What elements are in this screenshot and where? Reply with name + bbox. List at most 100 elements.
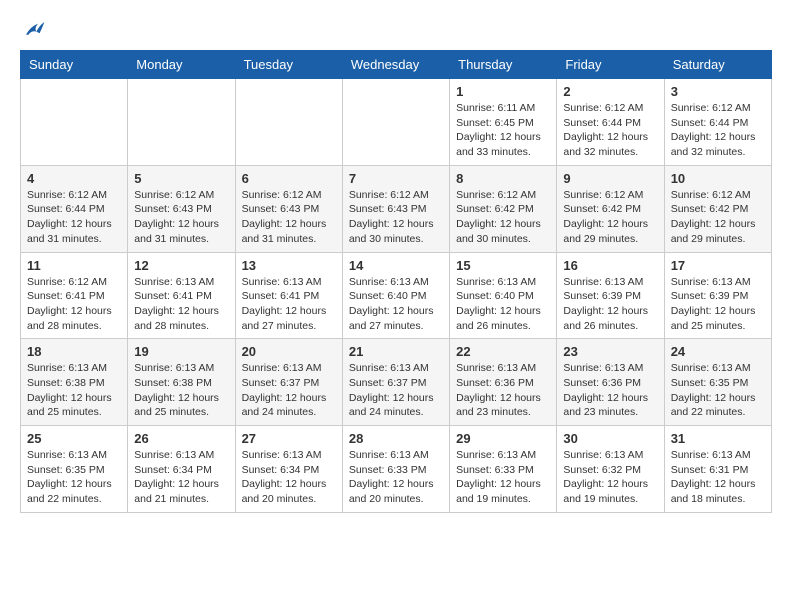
day-info: Sunrise: 6:12 AMSunset: 6:43 PMDaylight:… <box>134 188 228 247</box>
day-info: Sunrise: 6:13 AMSunset: 6:38 PMDaylight:… <box>134 361 228 420</box>
day-info: Sunrise: 6:12 AMSunset: 6:44 PMDaylight:… <box>27 188 121 247</box>
day-header-friday: Friday <box>557 51 664 79</box>
calendar-cell: 3Sunrise: 6:12 AMSunset: 6:44 PMDaylight… <box>664 79 771 166</box>
calendar-cell: 9 Sunrise: 6:12 AMSunset: 6:42 PMDaylight… <box>557 165 664 252</box>
day-number: 23 <box>563 344 657 359</box>
day-header-tuesday: Tuesday <box>235 51 342 79</box>
calendar-cell: 31Sunrise: 6:13 AMSunset: 6:31 PMDayligh… <box>664 426 771 513</box>
day-info: Sunrise: 6:12 AMSunset: 6:43 PMDaylight:… <box>349 188 443 247</box>
day-header-wednesday: Wednesday <box>342 51 449 79</box>
day-number: 30 <box>563 431 657 446</box>
calendar-cell: 23Sunrise: 6:13 AMSunset: 6:36 PMDayligh… <box>557 339 664 426</box>
day-info: Sunrise: 6:13 AMSunset: 6:40 PMDaylight:… <box>456 275 550 334</box>
calendar-cell: 29Sunrise: 6:13 AMSunset: 6:33 PMDayligh… <box>450 426 557 513</box>
day-number: 25 <box>27 431 121 446</box>
page-header <box>20 20 772 40</box>
day-number: 2 <box>563 84 657 99</box>
day-number: 6 <box>242 171 336 186</box>
calendar-cell <box>21 79 128 166</box>
calendar-cell: 2 Sunrise: 6:12 AMSunset: 6:44 PMDaylight… <box>557 79 664 166</box>
day-info: Sunrise: 6:13 AMSunset: 6:38 PMDaylight:… <box>27 361 121 420</box>
calendar-cell: 10Sunrise: 6:12 AMSunset: 6:42 PMDayligh… <box>664 165 771 252</box>
calendar-cell <box>235 79 342 166</box>
calendar-cell: 8 Sunrise: 6:12 AMSunset: 6:42 PMDaylight… <box>450 165 557 252</box>
day-number: 26 <box>134 431 228 446</box>
day-number: 1 <box>456 84 550 99</box>
day-number: 4 <box>27 171 121 186</box>
calendar-cell: 15 Sunrise: 6:13 AMSunset: 6:40 PMDayligh… <box>450 252 557 339</box>
day-header-thursday: Thursday <box>450 51 557 79</box>
day-info: Sunrise: 6:12 AMSunset: 6:41 PMDaylight:… <box>27 275 121 334</box>
day-number: 21 <box>349 344 443 359</box>
calendar-cell: 1 Sunrise: 6:11 AMSunset: 6:45 PMDaylight… <box>450 79 557 166</box>
day-info: Sunrise: 6:13 AMSunset: 6:39 PMDaylight:… <box>671 275 765 334</box>
day-number: 3 <box>671 84 765 99</box>
day-info: Sunrise: 6:13 AMSunset: 6:35 PMDaylight:… <box>27 448 121 507</box>
calendar-cell: 27 Sunrise: 6:13 AMSunset: 6:34 PMDayligh… <box>235 426 342 513</box>
day-info: Sunrise: 6:13 AMSunset: 6:33 PMDaylight:… <box>349 448 443 507</box>
day-info: Sunrise: 6:13 AMSunset: 6:33 PMDaylight:… <box>456 448 550 507</box>
calendar-cell: 12 Sunrise: 6:13 AMSunset: 6:41 PMDayligh… <box>128 252 235 339</box>
day-info: Sunrise: 6:13 AMSunset: 6:37 PMDaylight:… <box>349 361 443 420</box>
calendar-cell: 11 Sunrise: 6:12 AMSunset: 6:41 PMDayligh… <box>21 252 128 339</box>
day-number: 14 <box>349 258 443 273</box>
day-info: Sunrise: 6:12 AMSunset: 6:44 PMDaylight:… <box>563 101 657 160</box>
day-number: 17 <box>671 258 765 273</box>
day-number: 8 <box>456 171 550 186</box>
calendar-week-row: 11 Sunrise: 6:12 AMSunset: 6:41 PMDayligh… <box>21 252 772 339</box>
day-number: 11 <box>27 258 121 273</box>
day-number: 15 <box>456 258 550 273</box>
day-number: 20 <box>242 344 336 359</box>
calendar-cell: 24Sunrise: 6:13 AMSunset: 6:35 PMDayligh… <box>664 339 771 426</box>
day-info: Sunrise: 6:13 AMSunset: 6:35 PMDaylight:… <box>671 361 765 420</box>
calendar-cell: 28Sunrise: 6:13 AMSunset: 6:33 PMDayligh… <box>342 426 449 513</box>
day-info: Sunrise: 6:13 AMSunset: 6:34 PMDaylight:… <box>242 448 336 507</box>
day-header-sunday: Sunday <box>21 51 128 79</box>
day-info: Sunrise: 6:13 AMSunset: 6:40 PMDaylight:… <box>349 275 443 334</box>
day-number: 13 <box>242 258 336 273</box>
day-info: Sunrise: 6:13 AMSunset: 6:34 PMDaylight:… <box>134 448 228 507</box>
logo <box>20 20 46 40</box>
day-number: 5 <box>134 171 228 186</box>
day-info: Sunrise: 6:13 AMSunset: 6:41 PMDaylight:… <box>134 275 228 334</box>
day-info: Sunrise: 6:12 AMSunset: 6:42 PMDaylight:… <box>563 188 657 247</box>
calendar-cell: 26 Sunrise: 6:13 AMSunset: 6:34 PMDayligh… <box>128 426 235 513</box>
calendar-cell: 21 Sunrise: 6:13 AMSunset: 6:37 PMDayligh… <box>342 339 449 426</box>
calendar-cell: 4 Sunrise: 6:12 AMSunset: 6:44 PMDaylight… <box>21 165 128 252</box>
day-info: Sunrise: 6:12 AMSunset: 6:43 PMDaylight:… <box>242 188 336 247</box>
day-info: Sunrise: 6:13 AMSunset: 6:36 PMDaylight:… <box>456 361 550 420</box>
calendar-week-row: 1 Sunrise: 6:11 AMSunset: 6:45 PMDaylight… <box>21 79 772 166</box>
calendar-cell: 20Sunrise: 6:13 AMSunset: 6:37 PMDayligh… <box>235 339 342 426</box>
day-number: 18 <box>27 344 121 359</box>
calendar-week-row: 18 Sunrise: 6:13 AMSunset: 6:38 PMDayligh… <box>21 339 772 426</box>
day-number: 7 <box>349 171 443 186</box>
calendar-cell: 16 Sunrise: 6:13 AMSunset: 6:39 PMDayligh… <box>557 252 664 339</box>
calendar-cell: 25 Sunrise: 6:13 AMSunset: 6:35 PMDayligh… <box>21 426 128 513</box>
calendar-cell: 14 Sunrise: 6:13 AMSunset: 6:40 PMDayligh… <box>342 252 449 339</box>
calendar-cell: 19 Sunrise: 6:13 AMSunset: 6:38 PMDayligh… <box>128 339 235 426</box>
day-number: 12 <box>134 258 228 273</box>
day-info: Sunrise: 6:12 AMSunset: 6:42 PMDaylight:… <box>456 188 550 247</box>
calendar-cell: 6 Sunrise: 6:12 AMSunset: 6:43 PMDaylight… <box>235 165 342 252</box>
day-number: 27 <box>242 431 336 446</box>
calendar-week-row: 25 Sunrise: 6:13 AMSunset: 6:35 PMDayligh… <box>21 426 772 513</box>
day-number: 16 <box>563 258 657 273</box>
calendar-cell: 17 Sunrise: 6:13 AMSunset: 6:39 PMDayligh… <box>664 252 771 339</box>
day-info: Sunrise: 6:12 AMSunset: 6:42 PMDaylight:… <box>671 188 765 247</box>
calendar-table: SundayMondayTuesdayWednesdayThursdayFrid… <box>20 50 772 513</box>
calendar-header-row: SundayMondayTuesdayWednesdayThursdayFrid… <box>21 51 772 79</box>
calendar-cell: 22 Sunrise: 6:13 AMSunset: 6:36 PMDayligh… <box>450 339 557 426</box>
calendar-cell <box>128 79 235 166</box>
day-number: 22 <box>456 344 550 359</box>
day-info: Sunrise: 6:13 AMSunset: 6:41 PMDaylight:… <box>242 275 336 334</box>
day-info: Sunrise: 6:13 AMSunset: 6:31 PMDaylight:… <box>671 448 765 507</box>
day-info: Sunrise: 6:13 AMSunset: 6:39 PMDaylight:… <box>563 275 657 334</box>
day-number: 19 <box>134 344 228 359</box>
day-header-saturday: Saturday <box>664 51 771 79</box>
day-info: Sunrise: 6:13 AMSunset: 6:32 PMDaylight:… <box>563 448 657 507</box>
day-header-monday: Monday <box>128 51 235 79</box>
calendar-cell: 30 Sunrise: 6:13 AMSunset: 6:32 PMDayligh… <box>557 426 664 513</box>
calendar-cell: 7 Sunrise: 6:12 AMSunset: 6:43 PMDaylight… <box>342 165 449 252</box>
day-number: 9 <box>563 171 657 186</box>
day-info: Sunrise: 6:11 AMSunset: 6:45 PMDaylight:… <box>456 101 550 160</box>
